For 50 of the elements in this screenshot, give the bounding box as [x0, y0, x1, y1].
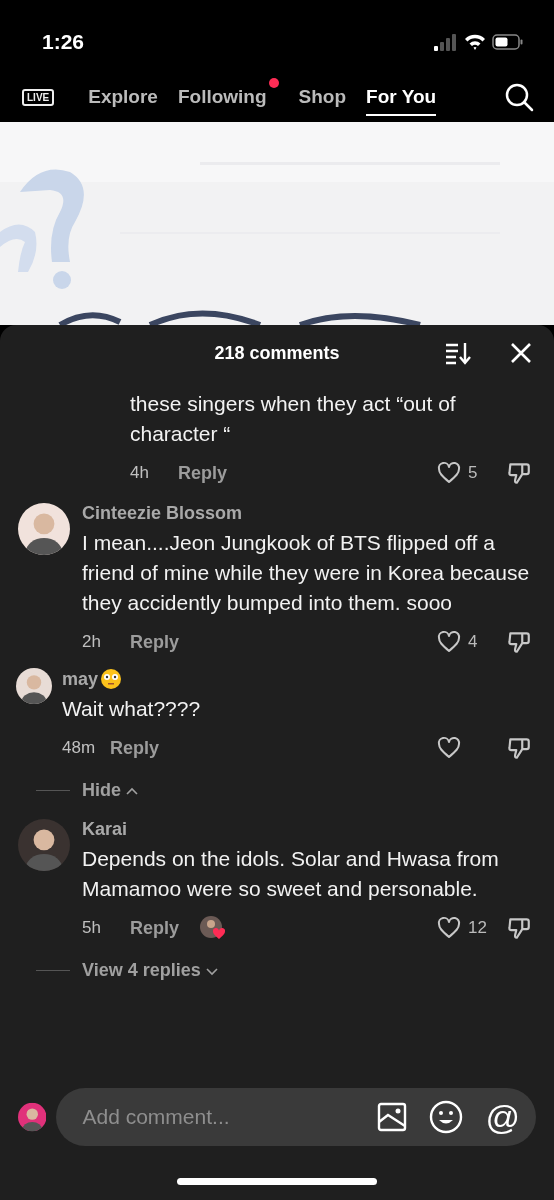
wifi-icon [464, 33, 486, 51]
like-count: 5 [468, 463, 478, 483]
username[interactable]: may [62, 668, 99, 690]
avatar[interactable] [16, 668, 52, 704]
signal-icon [434, 33, 458, 51]
comment-text: Wait what???? [62, 696, 202, 722]
chevron-icon [204, 965, 219, 976]
clock: 1:26 [42, 30, 85, 54]
comment-text: Depends on the idols. Solar and Hwasa from Mamamoo were so sweet and personable. [82, 846, 500, 902]
like-count: 4 [468, 632, 478, 652]
nav-tab[interactable]: For You [366, 78, 437, 116]
reply-link[interactable]: Reply [110, 737, 160, 759]
username[interactable]: Cinteezie Blossom [82, 503, 243, 524]
thumbs-down-icon[interactable] [506, 915, 532, 941]
heart-icon[interactable] [436, 461, 462, 485]
heart-icon[interactable] [436, 736, 462, 760]
avatar[interactable] [18, 503, 70, 555]
comment-text: I mean....Jeon Jungkook of BTS flipped off a friend of mine while they were in Korea because they accidently bumped into them. sooo [82, 530, 531, 616]
comments-count: 218 comments [214, 342, 340, 363]
thumbs-down-icon[interactable] [506, 460, 532, 486]
search-icon[interactable] [504, 82, 534, 112]
battery-icon [492, 33, 524, 51]
heart-icon[interactable] [436, 916, 462, 940]
replies-toggle[interactable]: View 4 replies [82, 960, 219, 981]
comment-input[interactable]: Add comment... @ [56, 1088, 536, 1146]
username[interactable]: Karai [82, 819, 128, 840]
close-icon[interactable] [510, 342, 532, 364]
image-icon[interactable] [377, 1102, 408, 1132]
emoji-icon[interactable] [429, 1100, 464, 1134]
nav-tab[interactable]: Explore [88, 78, 158, 116]
avatar[interactable] [18, 819, 70, 871]
comment-text: these singers when they act “out of character “ [130, 391, 457, 447]
live-button[interactable]: LIVE [22, 88, 55, 106]
thumbs-down-icon[interactable] [506, 629, 532, 655]
replies-toggle[interactable]: Hide [82, 780, 139, 801]
reply-link[interactable]: Reply [130, 631, 180, 653]
sort-icon[interactable] [444, 341, 472, 365]
chevron-icon [125, 785, 139, 796]
like-count: 12 [468, 918, 487, 938]
timestamp: 2h [82, 632, 102, 652]
reply-link[interactable]: Reply [178, 462, 228, 484]
timestamp: 5h [82, 918, 102, 938]
timestamp: 48m [62, 738, 97, 758]
mention-button[interactable]: @ [485, 1100, 520, 1134]
thumbs-down-icon[interactable] [506, 735, 532, 761]
heart-icon[interactable] [436, 630, 462, 654]
timestamp: 4h [130, 463, 150, 483]
nav-tab[interactable]: Following [177, 78, 279, 116]
nav-tab[interactable]: Shop [298, 78, 347, 116]
reply-link[interactable]: Reply [130, 917, 180, 939]
